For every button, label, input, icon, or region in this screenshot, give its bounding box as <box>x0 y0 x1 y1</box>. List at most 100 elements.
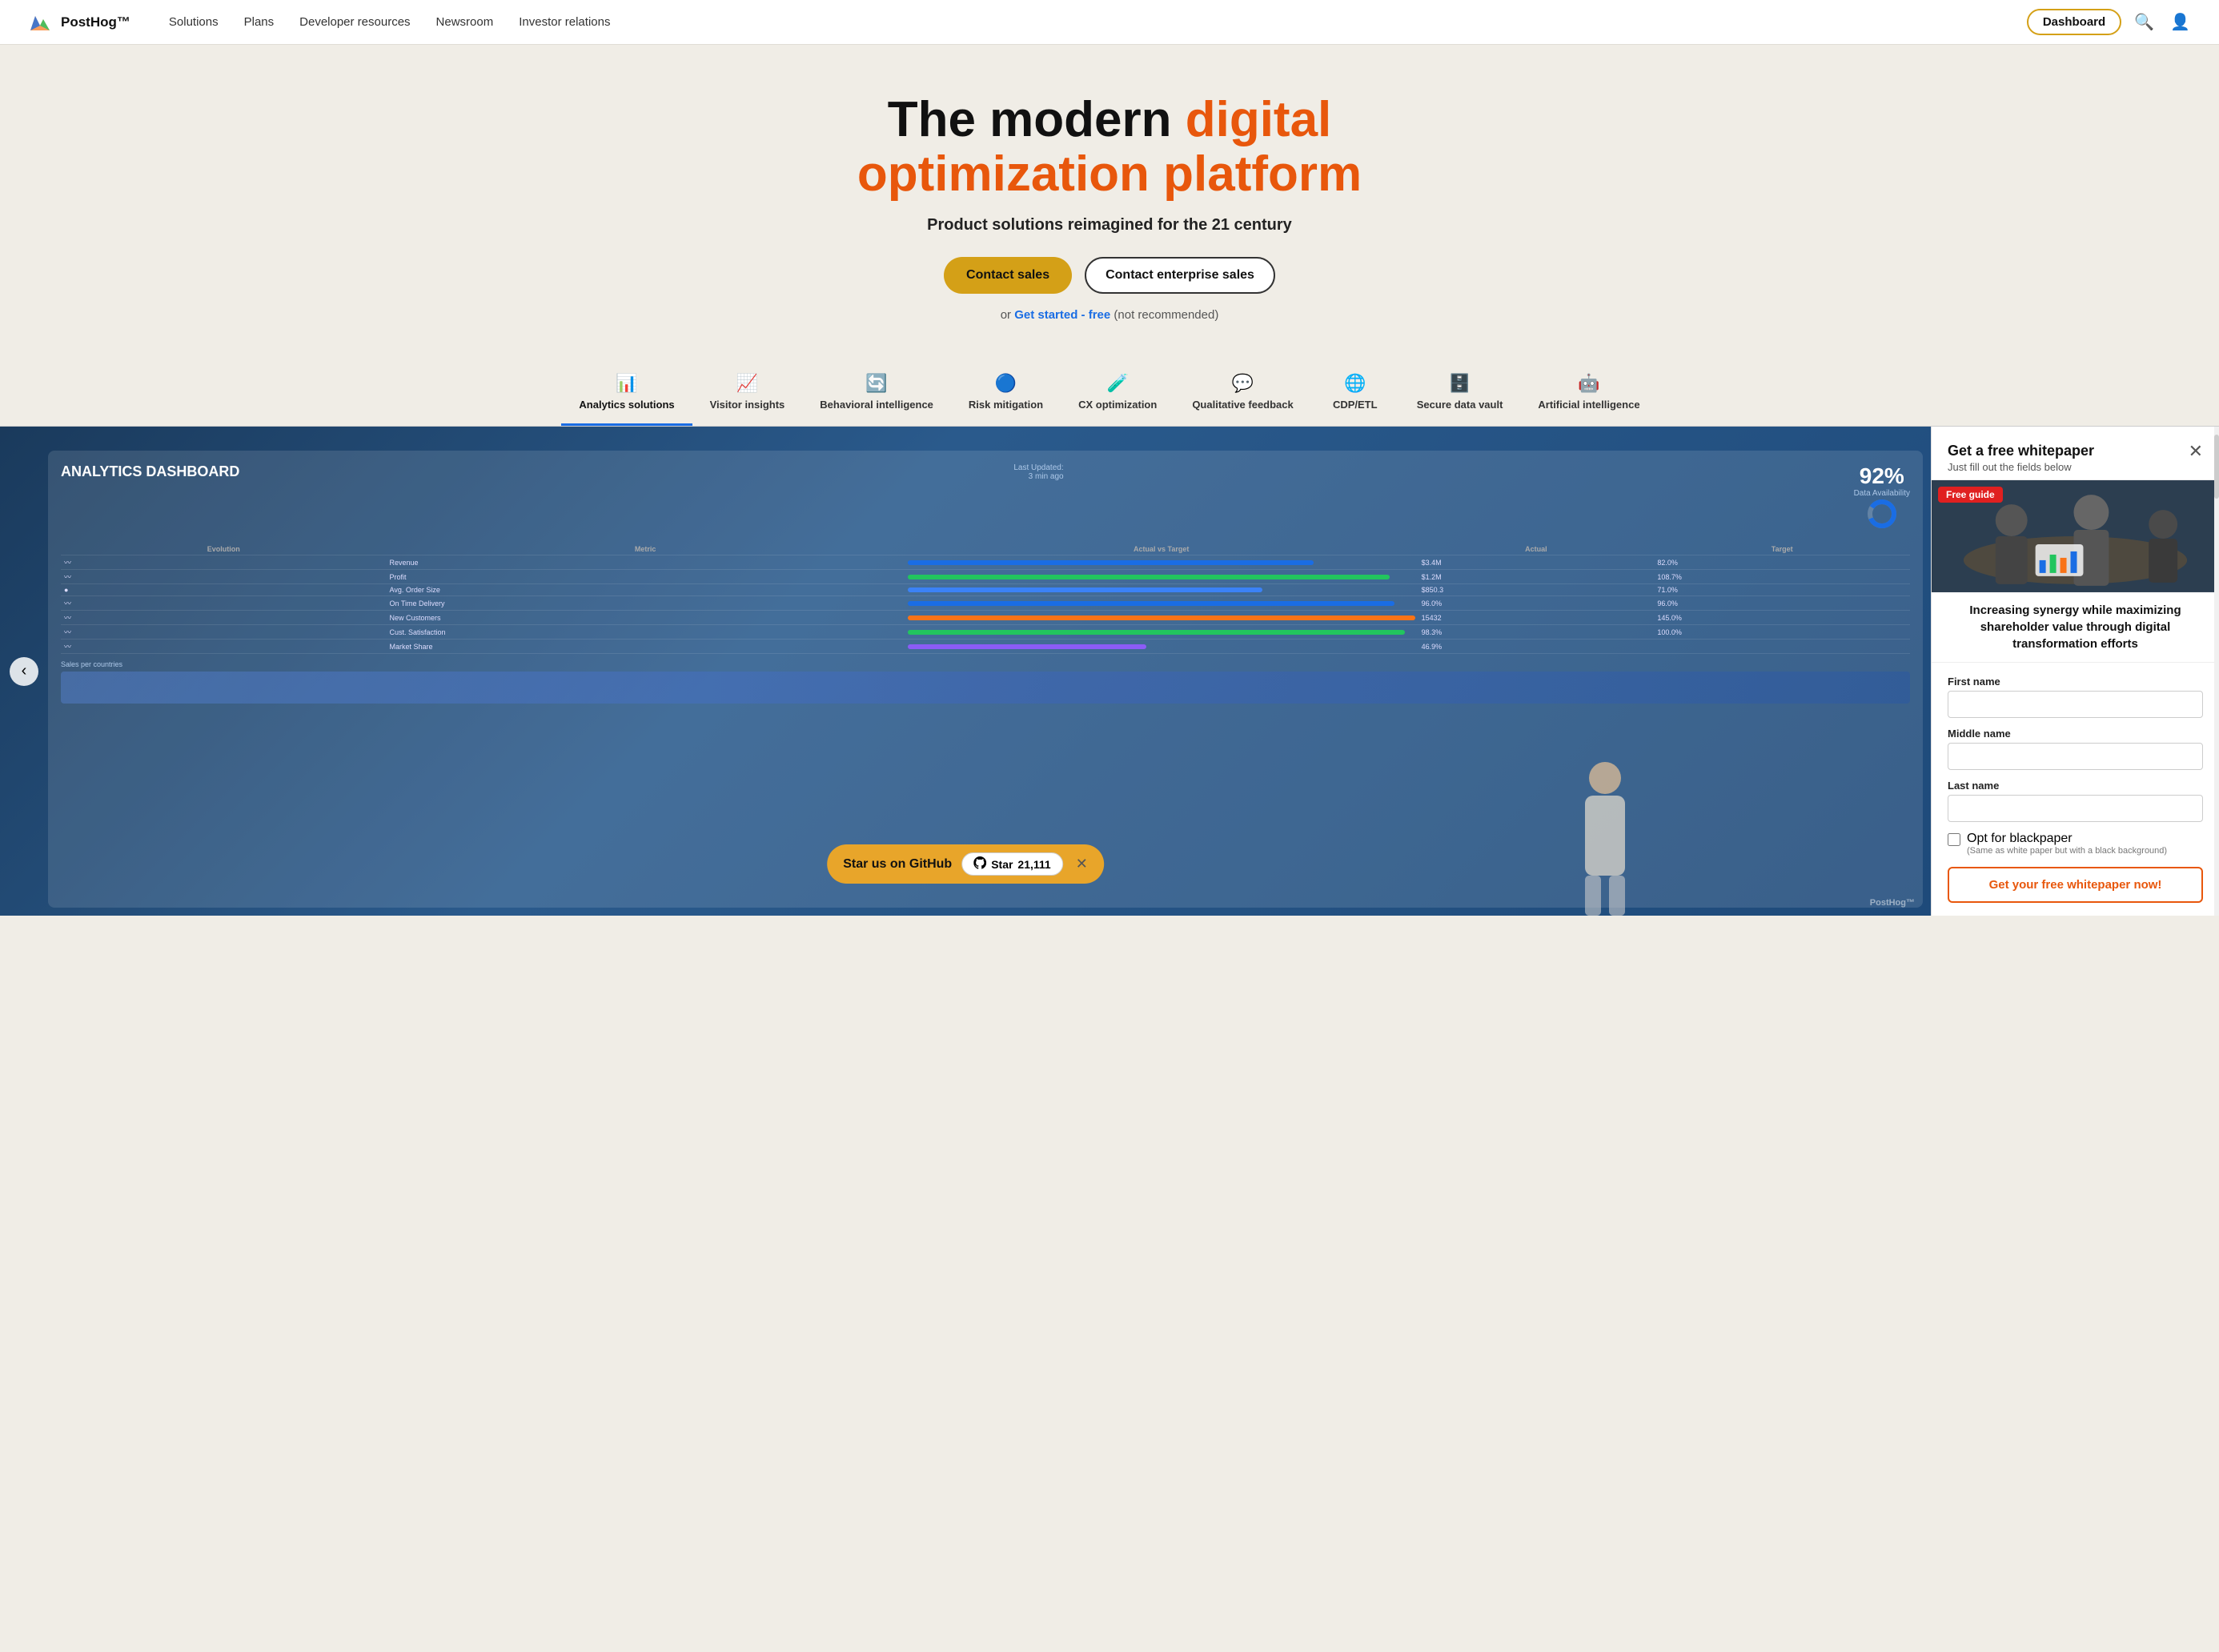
whitepaper-scroll-area[interactable]: Free guide <box>1932 480 2219 916</box>
risk-icon: 🔵 <box>995 373 1017 394</box>
star-count: 21,111 <box>1017 858 1050 871</box>
col-actual: Actual <box>1418 543 1655 555</box>
person-figure <box>1569 756 1641 916</box>
hero-note-suffix: (not recommended) <box>1110 308 1218 322</box>
tab-visitor-insights[interactable]: 📈 Visitor insights <box>692 365 803 426</box>
analytics-icon: 📊 <box>616 373 637 394</box>
col-metric: Metric <box>386 543 904 555</box>
get-started-free-link[interactable]: Get started - free <box>1014 308 1110 322</box>
dashboard-table: Evolution Metric Actual vs Target Actual… <box>61 543 1910 654</box>
whitepaper-submit-button[interactable]: Get your free whitepaper now! <box>1948 867 2203 903</box>
tab-artificial-intelligence[interactable]: 🤖 Artificial intelligence <box>1520 365 1657 426</box>
sales-countries-label: Sales per countries <box>61 660 1910 668</box>
nav-newsroom[interactable]: Newsroom <box>436 15 494 30</box>
donut-chart <box>1866 498 1898 530</box>
nav-solutions[interactable]: Solutions <box>169 15 219 30</box>
hero-headline: The modern digital optimization platform <box>749 93 1470 202</box>
nav-investor-relations[interactable]: Investor relations <box>519 15 610 30</box>
search-button[interactable]: 🔍 <box>2131 9 2157 35</box>
cdp-icon: 🌐 <box>1344 373 1366 394</box>
table-row: 〰Revenue$3.4M82.0% <box>61 555 1910 570</box>
close-icon: ✕ <box>1076 856 1088 872</box>
posthog-logo-icon <box>26 8 54 37</box>
last-name-input[interactable] <box>1948 795 2203 822</box>
whitepaper-image-text: Increasing synergy while maximizing shar… <box>1932 592 2219 663</box>
last-name-label: Last name <box>1948 780 2203 792</box>
blackpaper-checkbox-text: Opt for blackpaper (Same as white paper … <box>1967 832 2167 856</box>
table-row: 〰Cust. Satisfaction98.3%100.0% <box>61 625 1910 640</box>
whitepaper-title: Get a free whitepaper <box>1948 443 2094 459</box>
dashboard-title: ANALYTICS DASHBOARD <box>61 463 239 480</box>
dashboard-button[interactable]: Dashboard <box>2027 9 2121 35</box>
table-row: 〰Profit$1.2M108.7% <box>61 570 1910 584</box>
github-bar-close-button[interactable]: ✕ <box>1076 856 1088 872</box>
tab-behavioral-label: Behavioral intelligence <box>820 399 933 412</box>
carousel-prev-button[interactable]: ‹ <box>10 657 38 686</box>
first-name-input[interactable] <box>1948 691 2203 718</box>
nav-plans[interactable]: Plans <box>244 15 275 30</box>
close-icon: ✕ <box>2189 441 2203 461</box>
nav-right: Dashboard 🔍 👤 <box>2027 9 2193 35</box>
behavioral-icon: 🔄 <box>865 373 887 394</box>
whitepaper-header: Get a free whitepaper Just fill out the … <box>1932 427 2219 480</box>
col-evolution: Evolution <box>61 543 386 555</box>
watermark: PostHog™ <box>1870 898 1915 908</box>
blackpaper-checkbox[interactable] <box>1948 833 1960 846</box>
tab-visitor-label: Visitor insights <box>710 399 785 412</box>
tab-analytics-label: Analytics solutions <box>579 399 674 412</box>
search-icon: 🔍 <box>2134 14 2154 31</box>
brand-name: PostHog™ <box>61 14 130 30</box>
middle-name-input[interactable] <box>1948 743 2203 770</box>
chevron-left-icon: ‹ <box>22 662 27 680</box>
blackpaper-checkbox-row: Opt for blackpaper (Same as white paper … <box>1948 832 2203 856</box>
dashboard-image: ANALYTICS DASHBOARD Last Updated: 3 min … <box>0 427 1931 916</box>
middle-name-label: Middle name <box>1948 728 2203 740</box>
cx-icon: 🧪 <box>1107 373 1129 394</box>
tab-analytics-solutions[interactable]: 📊 Analytics solutions <box>561 365 692 426</box>
contact-enterprise-sales-button[interactable]: Contact enterprise sales <box>1085 257 1275 294</box>
table-row: ●Avg. Order Size$850.371.0% <box>61 584 1910 596</box>
tab-risk-mitigation[interactable]: 🔵 Risk mitigation <box>951 365 1061 426</box>
tab-cx-optimization[interactable]: 🧪 CX optimization <box>1061 365 1174 426</box>
tab-qualitative-label: Qualitative feedback <box>1192 399 1293 412</box>
github-star-button[interactable]: Star 21,111 <box>961 852 1063 876</box>
availability-value: 92% <box>1854 463 1910 489</box>
secure-icon: 🗄️ <box>1449 373 1471 394</box>
github-bar-text: Star us on GitHub <box>843 857 952 872</box>
contact-sales-button[interactable]: Contact sales <box>944 257 1072 294</box>
person-silhouette <box>1569 756 1641 916</box>
carousel-area: ‹ ANALYTICS DASHBOARD Last Updated: 3 mi… <box>0 427 1931 916</box>
table-row: 〰On Time Delivery96.0%96.0% <box>61 596 1910 611</box>
dashboard-last-updated-label: Last Updated: 3 min ago <box>1013 463 1063 481</box>
logo[interactable]: PostHog™ <box>26 8 130 37</box>
blackpaper-label: Opt for blackpaper <box>1967 832 2167 846</box>
tab-qualitative-feedback[interactable]: 💬 Qualitative feedback <box>1174 365 1310 426</box>
blackpaper-subtext: (Same as white paper but with a black ba… <box>1967 846 2167 856</box>
profile-button[interactable]: 👤 <box>2167 9 2193 35</box>
qualitative-icon: 💬 <box>1232 373 1254 394</box>
github-icon <box>973 856 986 872</box>
tab-secure-data-vault[interactable]: 🗄️ Secure data vault <box>1399 365 1521 426</box>
hero-section: The modern digital optimization platform… <box>0 45 2219 346</box>
whitepaper-close-button[interactable]: ✕ <box>2189 441 2203 462</box>
first-name-label: First name <box>1948 676 2203 688</box>
table-row: 〰Market Share46.9% <box>61 640 1910 654</box>
col-target: Target <box>1654 543 1910 555</box>
whitepaper-subtitle: Just fill out the fields below <box>1948 461 2094 473</box>
nav-developer-resources[interactable]: Developer resources <box>299 15 410 30</box>
table-row: 〰New Customers15432145.0% <box>61 611 1910 625</box>
tab-cx-label: CX optimization <box>1078 399 1157 412</box>
scrollbar[interactable] <box>2214 427 2219 916</box>
tab-behavioral-intelligence[interactable]: 🔄 Behavioral intelligence <box>802 365 951 426</box>
hero-buttons: Contact sales Contact enterprise sales <box>16 257 2203 294</box>
tab-cdp-etl[interactable]: 🌐 CDP/ETL <box>1311 365 1399 426</box>
visitor-icon: 📈 <box>736 373 758 394</box>
main-content: ‹ ANALYTICS DASHBOARD Last Updated: 3 mi… <box>0 427 2219 916</box>
nav-links: Solutions Plans Developer resources News… <box>169 15 2027 30</box>
github-star-bar: Star us on GitHub Star 21,111 ✕ <box>827 844 1104 884</box>
profile-icon: 👤 <box>2170 14 2190 31</box>
whitepaper-panel: Get a free whitepaper Just fill out the … <box>1931 427 2219 916</box>
dashboard-inner: ANALYTICS DASHBOARD Last Updated: 3 min … <box>48 451 1923 908</box>
navbar: PostHog™ Solutions Plans Developer resou… <box>0 0 2219 45</box>
hero-subtitle: Product solutions reimagined for the 21 … <box>16 216 2203 235</box>
